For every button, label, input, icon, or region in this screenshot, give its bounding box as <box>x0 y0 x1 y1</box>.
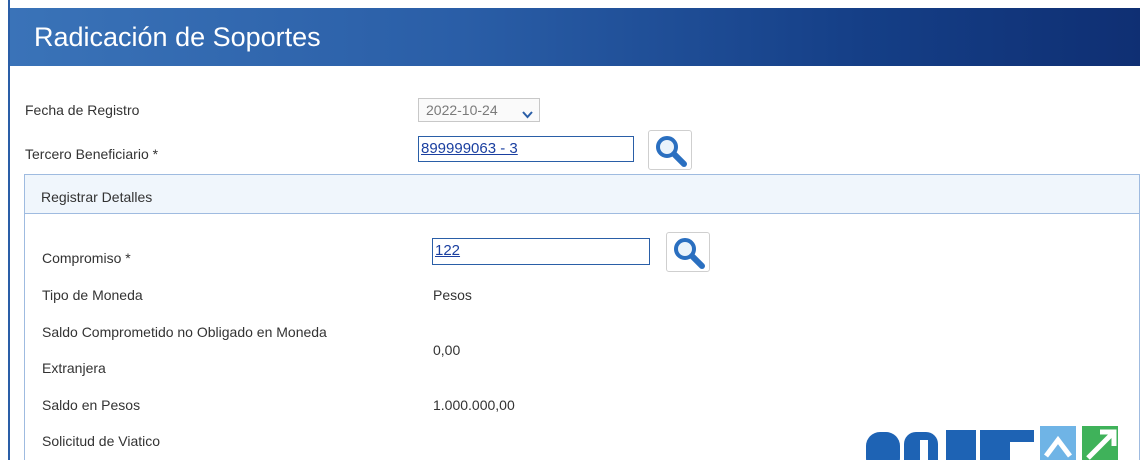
tercero-search-button[interactable] <box>648 130 692 170</box>
panel-title: Registrar Detalles <box>41 189 153 205</box>
saldo-extranjera-label-line1: Saldo Comprometido no Obligado en Moneda <box>42 324 327 340</box>
tercero-beneficiario-label: Tercero Beneficiario * <box>25 146 159 162</box>
tercero-beneficiario-input[interactable]: 899999063 - 3 <box>418 136 634 162</box>
tercero-beneficiario-value: 899999063 - 3 <box>421 140 518 157</box>
compromiso-search-button[interactable] <box>666 232 710 272</box>
compromiso-label: Compromiso * <box>42 250 131 266</box>
page-title: Radicación de Soportes <box>34 22 321 52</box>
saldo-pesos-label: Saldo en Pesos <box>42 397 141 413</box>
tipo-moneda-label: Tipo de Moneda <box>42 287 143 303</box>
title-bar: Radicación de Soportes <box>10 8 1140 66</box>
saldo-pesos-value: 1.000.000,00 <box>433 397 515 413</box>
panel-header: Registrar Detalles <box>25 175 1139 214</box>
saldo-extranjera-label-line2: Extranjera <box>42 360 106 376</box>
saldo-extranjera-value: 0,00 <box>433 342 461 358</box>
fecha-registro-label: Fecha de Registro <box>25 102 140 118</box>
solicitud-viatico-label: Solicitud de Viatico <box>42 433 161 449</box>
app-window: Radicación de Soportes Fecha de Registro… <box>0 0 1148 460</box>
compromiso-value: 122 <box>435 242 461 259</box>
fecha-registro-select[interactable]: 2022-10-24 <box>418 98 540 122</box>
chevron-down-icon <box>522 106 533 122</box>
tipo-moneda-value: Pesos <box>433 287 472 303</box>
siif-logo <box>860 418 1130 460</box>
window-left-border <box>8 0 10 460</box>
fecha-registro-value: 2022-10-24 <box>426 102 498 118</box>
compromiso-input[interactable]: 122 <box>432 238 650 265</box>
